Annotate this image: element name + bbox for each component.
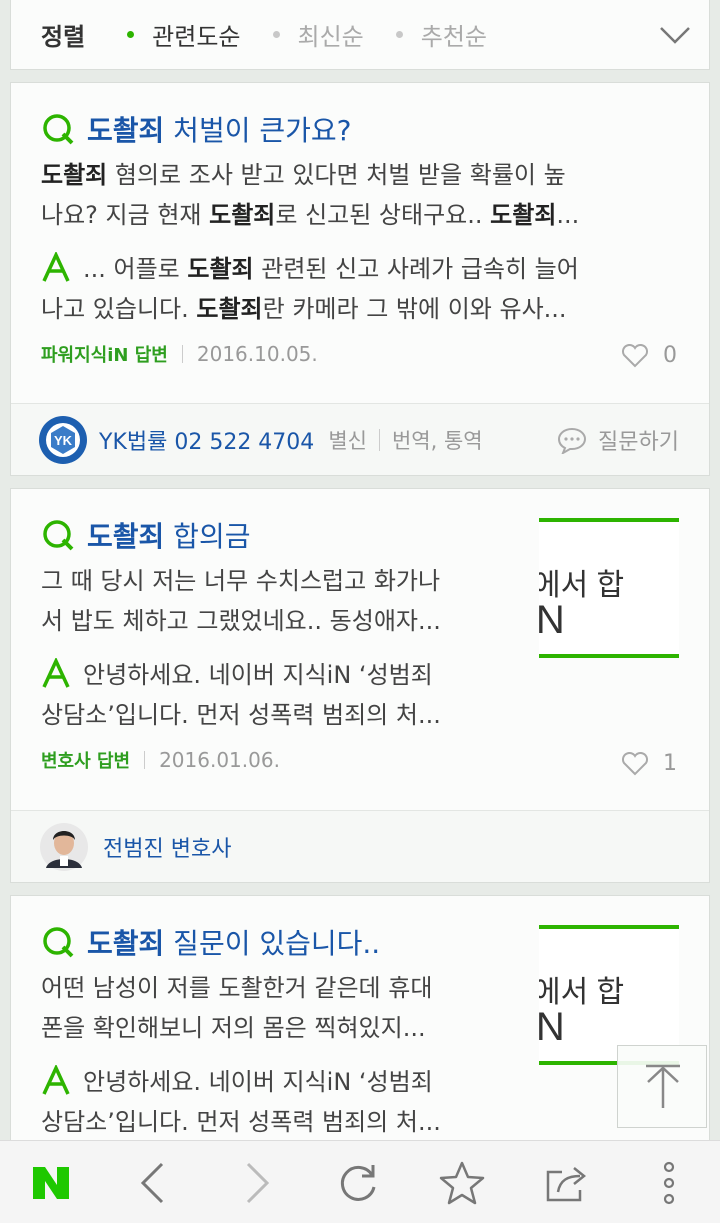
- answer-source: 변호사 답변: [41, 751, 131, 772]
- like-button[interactable]: 1: [621, 751, 677, 776]
- question-snippet: 그 때 당시 저는 너무 수치스럽고 화가나 서 밥도 체하고 그랬었네요.. …: [41, 561, 521, 641]
- snippet-text: 안녕하세요. 네이버 지식iN ‘성범죄: [83, 661, 433, 689]
- keyword-highlight: 도촬죄: [490, 201, 557, 229]
- thumbnail-image[interactable]: iN에서 합: [539, 518, 679, 658]
- q-icon: [43, 927, 74, 958]
- a-icon: [42, 252, 70, 282]
- question-title-row[interactable]: 도촬죄 처벌이 큰가요?: [41, 109, 352, 149]
- sort-option-recommended[interactable]: 추천순: [395, 17, 487, 52]
- question-title-row[interactable]: 도촬죄 질문이 있습니다..: [41, 922, 380, 962]
- snippet-text: 혐의로 조사 받고 있다면 처벌 받을 확률이 높: [107, 161, 566, 189]
- scroll-to-top-button[interactable]: [617, 1045, 707, 1128]
- snippet-text: 관련된 신고 사례가 급속히 늘어: [253, 255, 579, 283]
- yk-logo[interactable]: YK: [37, 414, 89, 466]
- answer-snippet: ... 어플로 도촬죄 관련된 신고 사례가 급속히 늘어 나고 있습니다. 도…: [41, 249, 681, 329]
- question-title[interactable]: 도촬죄 질문이 있습니다..: [87, 922, 380, 962]
- thumbnail-image[interactable]: iN에서 합: [539, 925, 679, 1065]
- expert-tag: 별신: [328, 428, 367, 453]
- bookmark-button[interactable]: [427, 1141, 497, 1223]
- snippet-text: 로 신고된 상태구요..: [275, 201, 491, 229]
- divider: [144, 751, 146, 769]
- snippet-text: ... 어플로: [83, 255, 188, 283]
- answer-date: 2016.01.06.: [159, 748, 280, 772]
- keyword-highlight: 도촬죄: [196, 295, 263, 323]
- share-icon: [546, 1166, 587, 1201]
- share-button[interactable]: [532, 1141, 602, 1223]
- snippet-text: 나고 있습니다.: [41, 295, 197, 323]
- sort-title: 정렬: [41, 23, 86, 51]
- divider: [378, 428, 380, 451]
- snippet-text: 상담소’입니다. 먼저 성폭력 범죄의 처...: [41, 1108, 441, 1136]
- like-count: 1: [663, 751, 677, 776]
- snippet-text: 안녕하세요. 네이버 지식iN ‘성범죄: [83, 1068, 433, 1096]
- question-snippet: 도촬죄 혐의로 조사 받고 있다면 처벌 받을 확률이 높 나요? 지금 현재 …: [41, 155, 681, 235]
- sort-option-latest[interactable]: 최신순: [272, 17, 364, 52]
- refresh-button[interactable]: [323, 1141, 393, 1223]
- snippet-text: 어떤 남성이 저를 도촬한거 같은데 휴대: [41, 974, 433, 1002]
- avatar[interactable]: [39, 822, 89, 872]
- answer-snippet: 안녕하세요. 네이버 지식iN ‘성범죄 상담소’입니다. 먼저 성폭력 범죄의…: [41, 1062, 521, 1142]
- forward-button[interactable]: [222, 1141, 292, 1223]
- speech-bubble-icon: [558, 427, 587, 454]
- refresh-icon: [340, 1164, 376, 1201]
- svg-text:YK: YK: [54, 433, 73, 448]
- card-footer: 전범진 변호사: [11, 810, 709, 882]
- expert-tag: 번역, 통역: [391, 428, 483, 453]
- back-button[interactable]: [118, 1141, 188, 1223]
- snippet-text: 서 밥도 체하고 그랬었네요.. 동성애자...: [41, 607, 441, 635]
- snippet-text: 나요? 지금 현재: [41, 201, 210, 229]
- keyword-highlight: 도촬죄: [209, 201, 276, 229]
- answer-meta: 파워지식iN 답변 2016.10.05.: [41, 341, 318, 367]
- card-footer: YK YK법률 02 522 4704 별신 번역, 통역 질문하기: [11, 403, 709, 475]
- snippet-text: 폰을 확인해보니 저의 몸은 찍혀있지...: [41, 1014, 426, 1042]
- a-icon: [42, 1065, 70, 1095]
- q-icon: [43, 520, 74, 551]
- like-button[interactable]: 0: [621, 343, 677, 368]
- expert-name[interactable]: YK법률 02 522 4704: [99, 424, 314, 456]
- answer-source: 파워지식iN 답변: [41, 345, 168, 366]
- star-icon: [439, 1161, 485, 1204]
- answer-date: 2016.10.05.: [196, 342, 318, 366]
- sort-dot: [395, 31, 403, 38]
- more-button[interactable]: [634, 1141, 704, 1223]
- snippet-text: 란 카메라 그 밖에 이와 유사...: [262, 295, 567, 323]
- answer-snippet: 안녕하세요. 네이버 지식iN ‘성범죄 상담소’입니다. 먼저 성폭력 범죄의…: [41, 655, 521, 735]
- result-card[interactable]: 도촬죄 질문이 있습니다.. 어떤 남성이 저를 도촬한거 같은데 휴대 폰을 …: [10, 895, 710, 1155]
- more-icon: [663, 1161, 675, 1204]
- sort-dot: [272, 31, 280, 38]
- arrow-up-icon: [646, 1064, 680, 1108]
- question-title[interactable]: 도촬죄 처벌이 큰가요?: [87, 109, 352, 149]
- q-icon: [43, 114, 74, 145]
- result-card[interactable]: 도촬죄 합의금 그 때 당시 저는 너무 수치스럽고 화가나 서 밥도 체하고 …: [10, 488, 710, 883]
- divider: [181, 345, 183, 363]
- snippet-text: 상담소’입니다. 먼저 성폭력 범죄의 처...: [41, 701, 441, 729]
- question-title[interactable]: 도촬죄 합의금: [87, 515, 250, 555]
- snippet-text: ...: [556, 201, 580, 229]
- a-icon: [42, 658, 70, 688]
- sort-option-relevance[interactable]: 관련도순: [127, 17, 241, 52]
- result-card[interactable]: 도촬죄 처벌이 큰가요? 도촬죄 혐의로 조사 받고 있다면 처벌 받을 확률이…: [10, 82, 710, 476]
- forward-icon: [246, 1162, 270, 1203]
- keyword-highlight: 도촬죄: [187, 255, 254, 283]
- like-count: 0: [663, 343, 677, 368]
- heart-icon: [621, 751, 649, 775]
- heart-icon: [621, 343, 649, 367]
- naver-logo[interactable]: [16, 1141, 86, 1223]
- back-icon: [140, 1162, 164, 1203]
- question-snippet: 어떤 남성이 저를 도촬한거 같은데 휴대 폰을 확인해보니 저의 몸은 찍혀있…: [41, 968, 521, 1048]
- chevron-down-icon[interactable]: [655, 16, 695, 52]
- ask-question-button[interactable]: 질문하기: [556, 424, 679, 456]
- browser-toolbar: [0, 1140, 720, 1223]
- naver-n-icon: [33, 1166, 69, 1199]
- sort-bar: 정렬 관련도순 최신순 추천순: [10, 0, 710, 70]
- answer-meta: 변호사 답변 2016.01.06.: [41, 747, 280, 773]
- question-title-row[interactable]: 도촬죄 합의금: [41, 515, 250, 555]
- sort-dot: [127, 31, 135, 38]
- keyword-highlight: 도촬죄: [41, 161, 108, 189]
- snippet-text: 그 때 당시 저는 너무 수치스럽고 화가나: [41, 567, 441, 595]
- expert-name[interactable]: 전범진 변호사: [103, 831, 231, 863]
